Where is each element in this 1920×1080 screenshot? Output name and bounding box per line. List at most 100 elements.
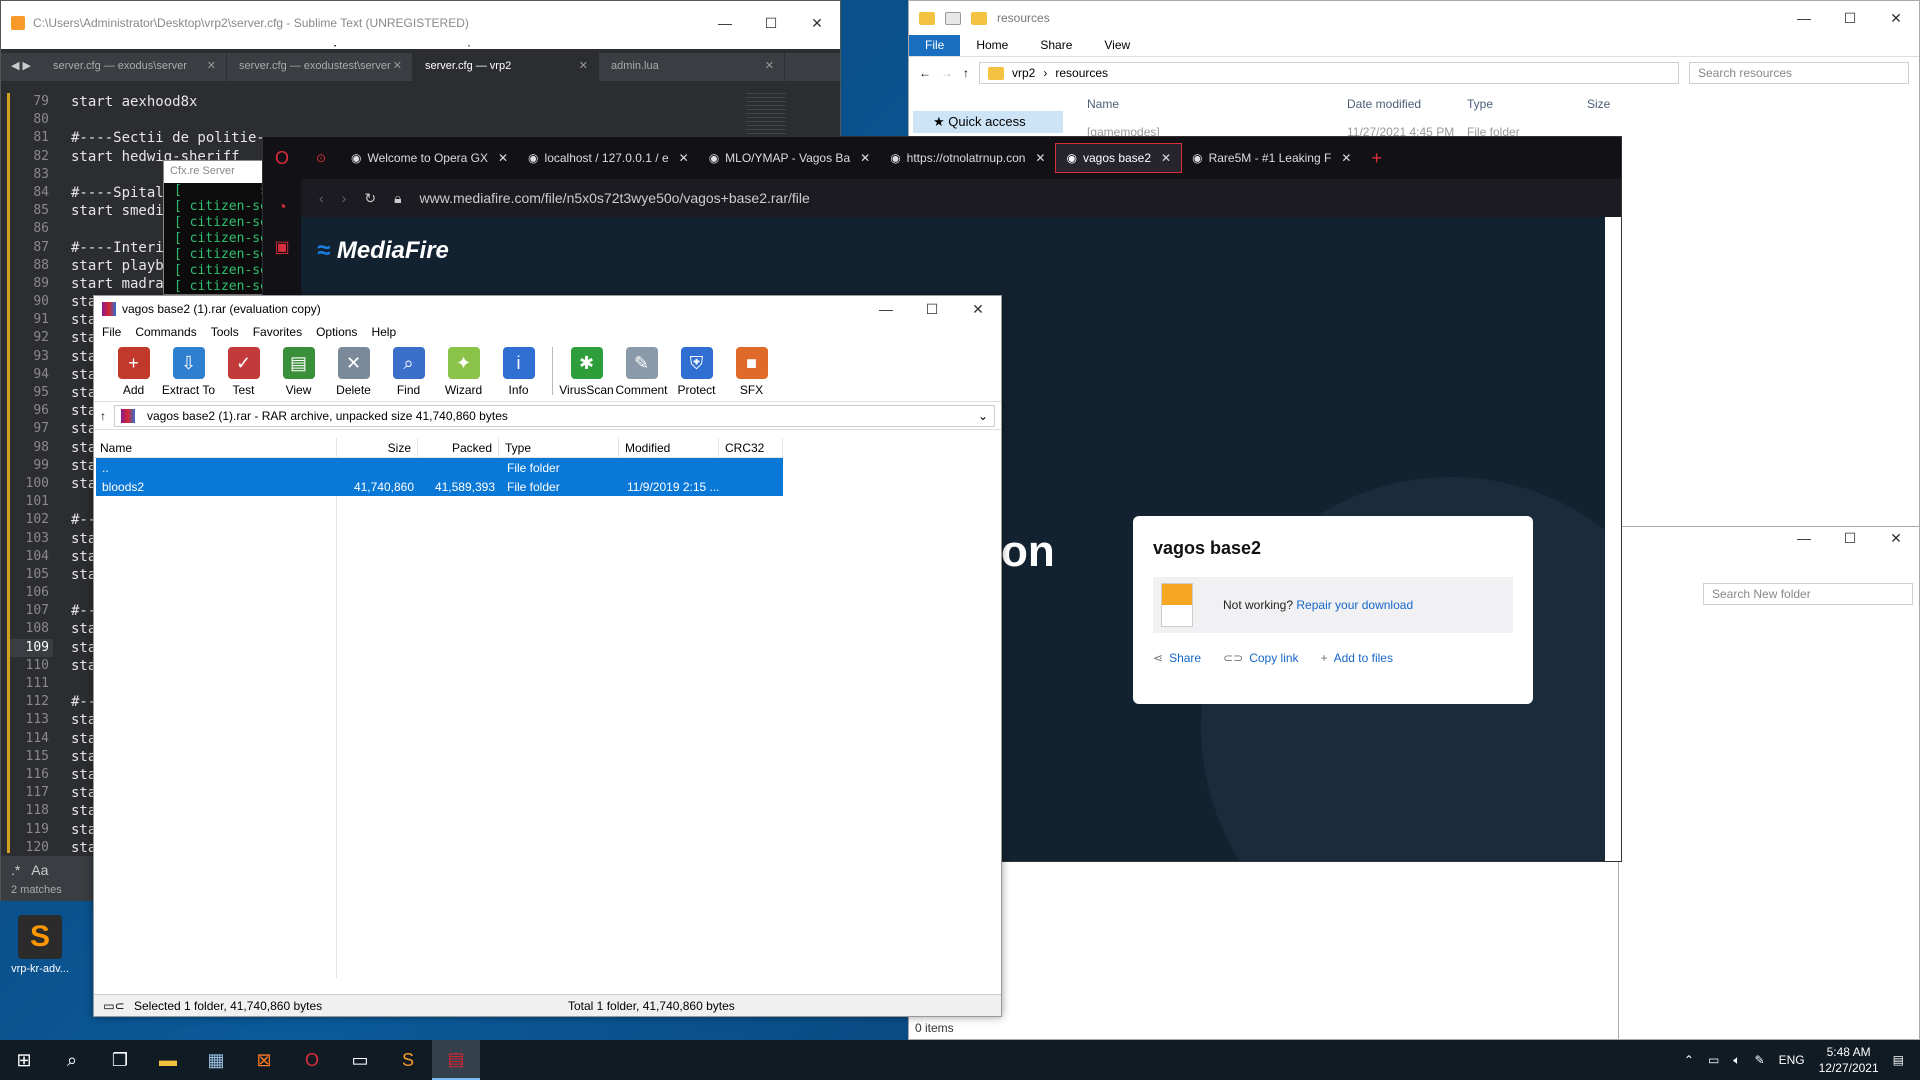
maximize-icon[interactable]: ☐: [748, 1, 794, 45]
windows-start-icon[interactable]: ⊞: [0, 1040, 48, 1080]
table-row[interactable]: .. File folder: [96, 458, 783, 477]
nav-quick-access[interactable]: ★ Quick access: [913, 111, 1063, 133]
clock[interactable]: 5:48 AM 12/27/2021: [1819, 1044, 1879, 1076]
ribbon-tab[interactable]: Share: [1024, 35, 1088, 56]
col-date[interactable]: Date modified: [1347, 97, 1467, 111]
col-name[interactable]: Name: [1087, 97, 1347, 111]
share-button[interactable]: ⋖ Share: [1153, 651, 1201, 665]
search-icon[interactable]: ⌕: [48, 1040, 96, 1080]
protect-button[interactable]: ⛨ Protect: [669, 347, 724, 401]
repair-link[interactable]: Repair your download: [1296, 598, 1413, 612]
maximize-icon[interactable]: ☐: [1827, 1, 1873, 35]
xampp-icon[interactable]: ⊠: [240, 1040, 288, 1080]
close-icon[interactable]: ✕: [1161, 151, 1171, 165]
search-input[interactable]: Search resources: [1689, 62, 1909, 84]
info-button[interactable]: i Info: [491, 347, 546, 401]
close-icon[interactable]: ✕: [1035, 151, 1045, 165]
sfx-button[interactable]: ■ SFX: [724, 347, 779, 401]
language-indicator[interactable]: ENG: [1779, 1053, 1805, 1067]
gx-control-icon[interactable]: ⊙: [301, 151, 341, 165]
menu-item[interactable]: Help: [371, 325, 396, 339]
wizard-button[interactable]: ✦ Wizard: [436, 347, 491, 401]
close-icon[interactable]: ✕: [498, 151, 508, 165]
col-crc[interactable]: CRC32: [719, 438, 783, 457]
tab-nav-arrows-icon[interactable]: ◀ ▶: [1, 53, 41, 81]
search-input[interactable]: Search New folder: [1703, 583, 1913, 605]
test-button[interactable]: ✓ Test: [216, 347, 271, 401]
close-icon[interactable]: ✕: [765, 59, 774, 72]
notifications-icon[interactable]: ▤: [1893, 1053, 1904, 1067]
delete-button[interactable]: ✕ Delete: [326, 347, 381, 401]
mediafire-logo[interactable]: ≈ MediaFire: [317, 237, 449, 265]
archive-path-box[interactable]: vagos base2 (1).rar - RAR archive, unpac…: [114, 404, 995, 427]
speed-dial-icon[interactable]: ◔: [263, 199, 301, 217]
browser-tab[interactable]: ◉ MLO/YMAP - Vagos Ba ✕: [699, 143, 881, 173]
tab-1[interactable]: server.cfg — exodustest\server ✕: [227, 53, 413, 81]
copy-link-button[interactable]: ⊂⊃ Copy link: [1223, 651, 1298, 665]
add-button[interactable]: + Add: [106, 347, 161, 401]
url-field[interactable]: www.mediafire.com/file/n5x0s72t3wye50o/v…: [420, 190, 810, 206]
close-icon[interactable]: ✕: [860, 151, 870, 165]
network-icon[interactable]: ▭: [1708, 1053, 1719, 1067]
menu-item[interactable]: Tools: [211, 325, 239, 339]
file-explorer-icon[interactable]: ▬: [144, 1040, 192, 1080]
ribbon-tab[interactable]: Home: [960, 35, 1024, 56]
tab-2[interactable]: server.cfg — vrp2 ✕: [413, 53, 599, 81]
chevron-down-icon[interactable]: ⌄: [978, 409, 988, 423]
browser-tab[interactable]: ◉ vagos base2 ✕: [1055, 143, 1183, 173]
minimize-icon[interactable]: —: [1781, 1, 1827, 35]
path-segment[interactable]: resources: [1055, 66, 1108, 80]
close-icon[interactable]: ✕: [1873, 527, 1919, 549]
maximize-icon[interactable]: ☐: [909, 296, 955, 322]
opera-icon[interactable]: O: [288, 1040, 336, 1080]
bag-icon[interactable]: ▣: [263, 237, 301, 257]
regex-toggle[interactable]: .*: [11, 862, 20, 878]
minimize-icon[interactable]: —: [702, 1, 748, 45]
col-type[interactable]: Type: [499, 438, 619, 457]
pen-icon[interactable]: ✎: [1755, 1053, 1765, 1067]
ribbon-tab[interactable]: File: [909, 35, 961, 56]
menu-item[interactable]: Favorites: [253, 325, 302, 339]
task-view-icon[interactable]: ❐: [96, 1040, 144, 1080]
col-name[interactable]: Name: [94, 438, 337, 457]
col-type[interactable]: Type: [1467, 97, 1587, 111]
ribbon-tab[interactable]: View: [1088, 35, 1146, 56]
minimize-icon[interactable]: —: [863, 296, 909, 322]
close-icon[interactable]: ✕: [393, 59, 402, 72]
reload-icon[interactable]: ↻: [364, 190, 376, 207]
desktop-icon-sublime[interactable]: S vrp-kr-adv...: [4, 915, 76, 975]
browser-tab[interactable]: ◉ Welcome to Opera GX ✕: [341, 143, 518, 173]
browser-tab[interactable]: ◉ localhost / 127.0.0.1 / e ✕: [518, 143, 699, 173]
forward-icon[interactable]: ›: [342, 190, 347, 206]
path-segment[interactable]: vrp2: [1012, 66, 1035, 80]
col-modified[interactable]: Modified: [619, 438, 719, 457]
winrar-taskbar-icon[interactable]: ▤: [432, 1040, 480, 1080]
new-tab-icon[interactable]: +: [1371, 148, 1382, 169]
view-button[interactable]: ▤ View: [271, 347, 326, 401]
address-bar[interactable]: vrp2 › resources: [979, 62, 1679, 84]
find-button[interactable]: ⌕ Find: [381, 347, 436, 401]
browser-tab[interactable]: ◉ Rare5M - #1 Leaking F ✕: [1182, 143, 1361, 173]
menu-item[interactable]: Options: [316, 325, 357, 339]
up-icon[interactable]: ↑: [100, 409, 106, 423]
menu-item[interactable]: Commands: [135, 325, 196, 339]
add-to-files-button[interactable]: + Add to files: [1321, 651, 1393, 665]
table-row[interactable]: bloods2 41,740,860 41,589,393 File folde…: [96, 477, 783, 496]
tab-0[interactable]: server.cfg — exodus\server ✕: [41, 53, 227, 81]
maximize-icon[interactable]: ☐: [1827, 527, 1873, 549]
extract-to-button[interactable]: ⇩ Extract To: [161, 347, 216, 401]
close-icon[interactable]: ✕: [579, 59, 588, 72]
close-icon[interactable]: ✕: [1341, 151, 1351, 165]
close-icon[interactable]: ✕: [955, 296, 1001, 322]
opera-scrollbar[interactable]: [1605, 217, 1621, 861]
opera-logo-icon[interactable]: O: [263, 148, 301, 169]
back-icon[interactable]: ‹: [319, 190, 324, 206]
tab-3[interactable]: admin.lua ✕: [599, 53, 785, 81]
comment-button[interactable]: ✎ Comment: [614, 347, 669, 401]
col-packed[interactable]: Packed: [418, 438, 499, 457]
close-icon[interactable]: ✕: [1873, 1, 1919, 35]
close-icon[interactable]: ✕: [207, 59, 216, 72]
col-size[interactable]: Size: [337, 438, 418, 457]
col-size[interactable]: Size: [1587, 97, 1647, 111]
chevron-up-icon[interactable]: ⌃: [1684, 1053, 1694, 1067]
